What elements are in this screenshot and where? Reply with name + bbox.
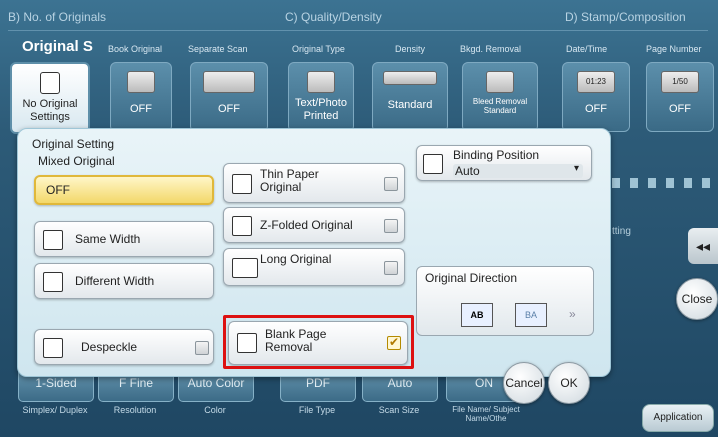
mixed-original-label: Mixed Original	[38, 154, 115, 168]
original-type-tile[interactable]: Text/Photo Printed	[288, 62, 354, 132]
highlight-box	[223, 315, 414, 369]
separate-scan-label: Separate Scan	[188, 44, 248, 54]
z-folded-text: Z-Folded Original	[260, 218, 353, 232]
application-button[interactable]: Application	[642, 404, 714, 432]
despeckle-text: Despeckle	[81, 340, 138, 354]
no-original-settings-text: No Original Settings	[22, 98, 78, 123]
same-width-icon	[43, 230, 63, 250]
binding-position-dropdown[interactable]: Binding Position Auto ▾	[416, 145, 592, 181]
binding-position-label: Binding Position	[453, 148, 540, 162]
book-original-tile[interactable]: OFF	[110, 62, 172, 132]
bkgd-removal-label: Bkgd. Removal	[460, 44, 522, 54]
section-d-header: D) Stamp/Composition	[565, 10, 686, 24]
separate-scan-value: OFF	[218, 103, 240, 115]
long-original-text: Long Original	[260, 252, 332, 266]
resolution-label: Resolution	[113, 405, 157, 415]
long-original-icon	[232, 258, 258, 278]
z-folded-checkbox[interactable]	[384, 219, 398, 233]
book-original-value: OFF	[130, 103, 152, 115]
binding-position-icon	[423, 154, 443, 174]
same-width-button[interactable]: Same Width	[34, 221, 214, 257]
original-setting-title: Original Setting	[32, 137, 115, 151]
density-scale-icon	[383, 71, 437, 85]
separate-scan-tile[interactable]: OFF	[190, 62, 268, 132]
date-time-icon: 01:23	[577, 71, 615, 93]
despeckle-checkbox[interactable]	[195, 341, 209, 355]
page-number-label: Page Number	[646, 44, 702, 54]
section-divider	[8, 30, 708, 31]
bkgd-removal-value: Bleed Removal Standard	[472, 97, 528, 115]
original-settings-title: Original S	[22, 38, 93, 55]
cancel-button[interactable]: Cancel	[503, 362, 545, 404]
section-c-header: C) Quality/Density	[285, 10, 382, 24]
binding-position-value: Auto	[455, 164, 480, 178]
original-type-label: Original Type	[292, 44, 345, 54]
scan-size-label: Scan Size	[378, 405, 420, 415]
file-type-label: File Type	[298, 405, 336, 415]
close-button[interactable]: Close	[676, 278, 718, 320]
different-width-icon	[43, 272, 63, 292]
density-label: Density	[395, 44, 426, 54]
original-type-value: Text/Photo Printed	[295, 97, 347, 122]
thin-paper-icon	[232, 174, 252, 194]
long-original-checkbox[interactable]	[384, 261, 398, 275]
section-b-header: B) No. of Originals	[8, 10, 107, 24]
different-width-button[interactable]: Different Width	[34, 263, 214, 299]
z-folded-icon	[232, 216, 252, 236]
z-folded-button[interactable]: Z-Folded Original	[223, 207, 405, 243]
thin-paper-checkbox[interactable]	[384, 177, 398, 191]
direction-ba-option[interactable]: BA	[515, 303, 547, 327]
bkgd-removal-icon	[486, 71, 514, 93]
page-number-icon: 1/50	[661, 71, 699, 93]
original-a-icon	[40, 72, 60, 94]
direction-ab-option[interactable]: AB	[461, 303, 493, 327]
simplex-duplex-label: Simplex/ Duplex	[22, 405, 88, 415]
setting-partial-text: tting	[612, 226, 631, 237]
despeckle-icon	[43, 338, 63, 358]
rewind-icon[interactable]: ◂◂	[688, 228, 718, 264]
page-number-value: OFF	[669, 103, 691, 115]
date-time-tile[interactable]: 01:23 OFF	[562, 62, 630, 132]
scroll-indicator	[612, 178, 712, 188]
page-number-tile[interactable]: 1/50 OFF	[646, 62, 714, 132]
despeckle-button[interactable]: Despeckle	[34, 329, 214, 365]
density-value: Standard	[387, 99, 433, 111]
bkgd-removal-tile[interactable]: Bleed Removal Standard	[462, 62, 538, 132]
ok-button[interactable]: OK	[548, 362, 590, 404]
original-direction-panel: Original Direction AB BA »	[416, 266, 594, 336]
date-time-label: Date/Time	[566, 44, 608, 54]
color-label: Color	[204, 405, 226, 415]
original-type-icon	[307, 71, 335, 93]
book-original-label: Book Original	[108, 44, 163, 54]
separate-scan-icon	[203, 71, 255, 93]
thin-paper-button[interactable]: Thin Paper Original	[223, 163, 405, 203]
chevron-right-icon[interactable]: »	[569, 307, 576, 321]
chevron-down-icon: ▾	[573, 163, 579, 174]
different-width-text: Different Width	[75, 274, 155, 288]
long-original-button[interactable]: Long Original	[223, 248, 405, 286]
date-time-value: OFF	[585, 103, 607, 115]
binding-value-field: Auto ▾	[453, 163, 583, 178]
no-original-settings-tile[interactable]: No Original Settings	[10, 62, 90, 134]
book-icon	[127, 71, 155, 93]
thin-paper-text: Thin Paper Original	[260, 167, 319, 194]
file-name-label: File Name/ Subject Name/Othe	[452, 405, 520, 423]
density-tile[interactable]: Standard	[372, 62, 448, 132]
mixed-off-button[interactable]: OFF	[34, 175, 214, 205]
same-width-text: Same Width	[75, 232, 141, 246]
original-direction-label: Original Direction	[425, 271, 518, 285]
